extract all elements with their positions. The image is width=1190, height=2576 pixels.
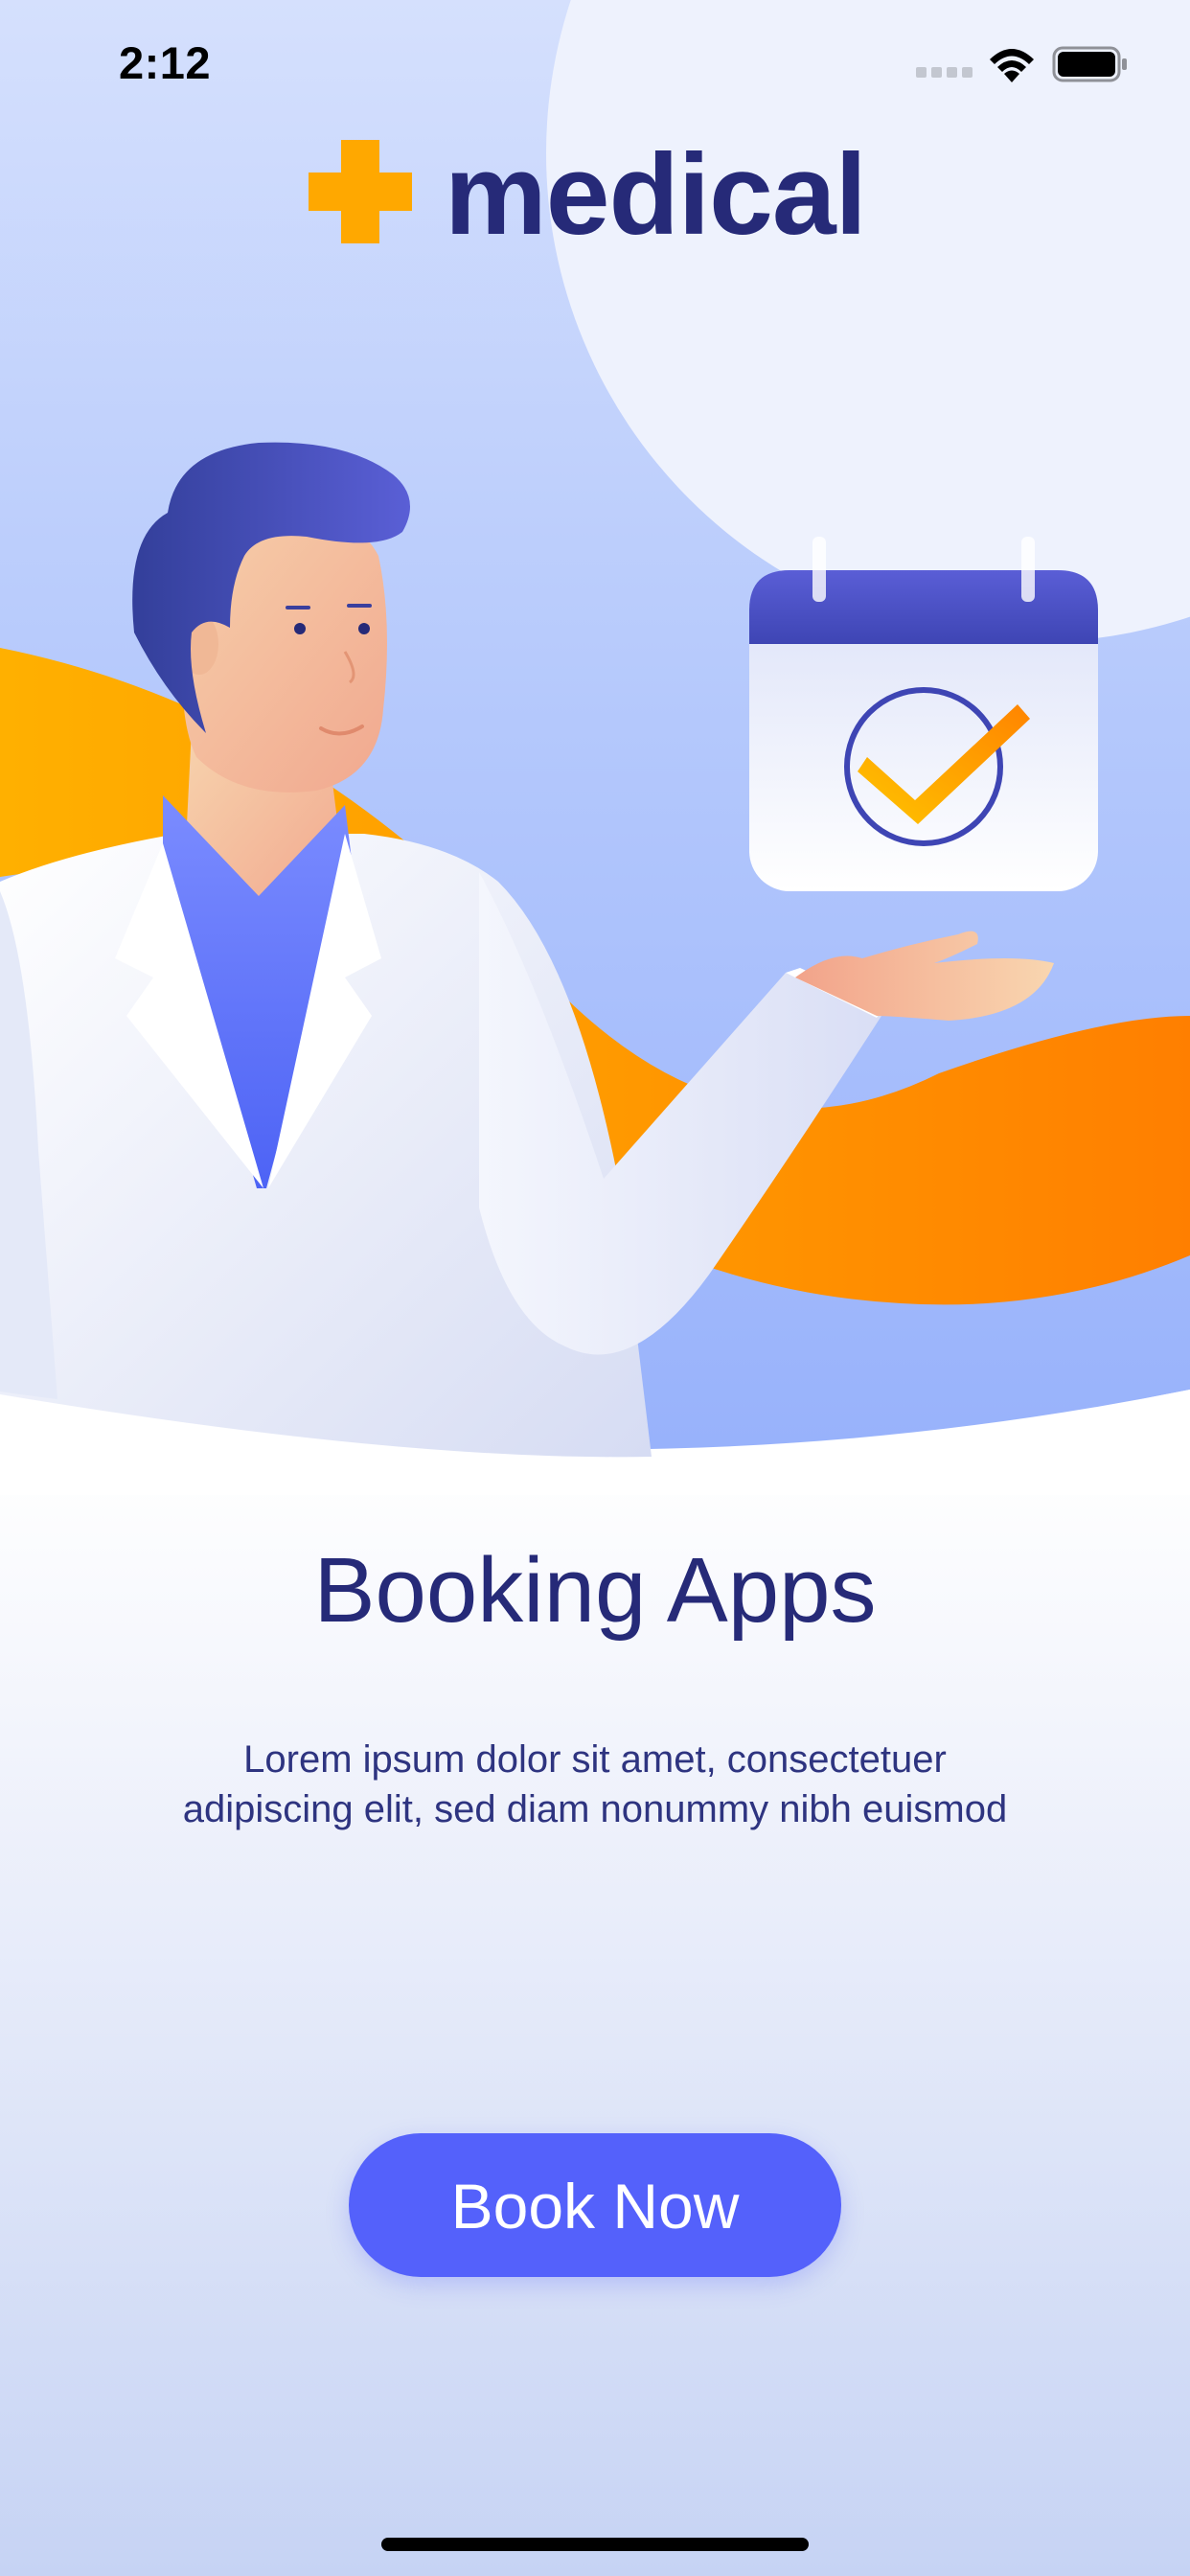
description-line-2: adipiscing elit, sed diam nonummy nibh e… — [182, 1788, 1008, 1830]
brand-logo: medical — [309, 132, 903, 257]
calendar-icon — [749, 537, 1098, 891]
onboarding-screen: 2:12 medical Booking Apps Lorem ipsum do… — [0, 0, 1190, 2576]
page-title: Booking Apps — [313, 1539, 877, 1642]
book-now-button[interactable]: Book Now — [349, 2133, 841, 2277]
battery-icon — [1052, 46, 1127, 82]
home-indicator[interactable] — [381, 2538, 809, 2551]
brand-name: medical — [445, 130, 867, 259]
description: Lorem ipsum dolor sit amet, consectetuer… — [96, 1735, 1094, 1834]
status-bar: 2:12 — [0, 0, 1190, 128]
plus-cross-icon — [309, 140, 412, 243]
wifi-icon — [990, 49, 1034, 82]
cellular-signal-icon — [916, 67, 973, 78]
description-line-1: Lorem ipsum dolor sit amet, consectetuer — [243, 1738, 947, 1781]
status-time: 2:12 — [119, 37, 212, 88]
